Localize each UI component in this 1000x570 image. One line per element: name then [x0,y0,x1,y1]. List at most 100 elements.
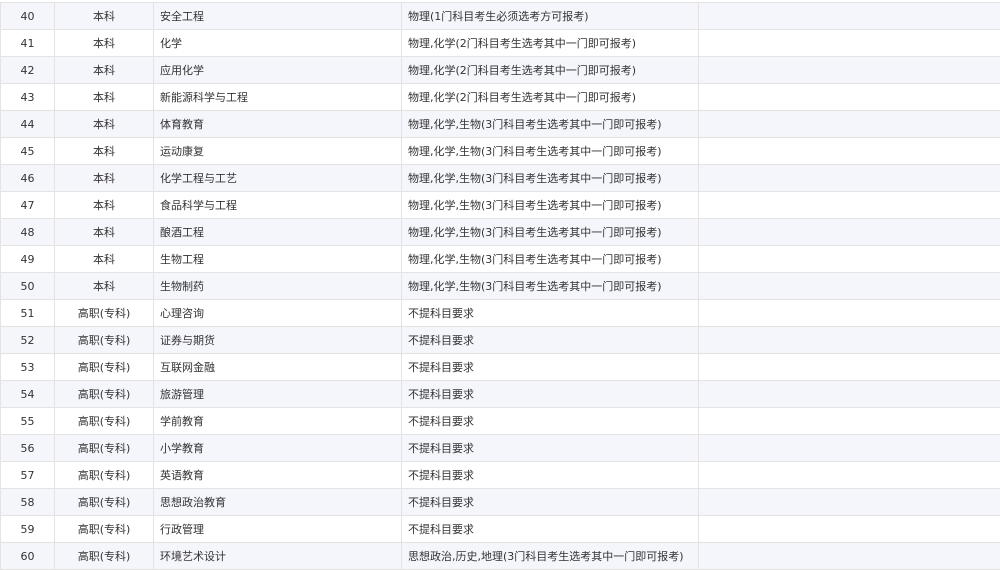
empty-cell [699,381,1000,408]
education-level-cell: 本科 [55,273,154,300]
row-index-cell: 49 [1,246,55,273]
row-index-cell: 50 [1,273,55,300]
empty-cell [699,462,1000,489]
subject-requirement-cell: 不提科目要求 [402,381,699,408]
table-row: 42 本科 应用化学 物理,化学(2门科目考生选考其中一门即可报考) [1,57,1000,84]
subject-requirement-cell: 物理,化学,生物(3门科目考生选考其中一门即可报考) [402,111,699,138]
major-name-cell: 体育教育 [154,111,402,138]
subject-requirement-cell: 物理,化学(2门科目考生选考其中一门即可报考) [402,30,699,57]
education-level-cell: 高职(专科) [55,489,154,516]
row-index-cell: 54 [1,381,55,408]
subject-requirement-cell: 不提科目要求 [402,300,699,327]
education-level-cell: 高职(专科) [55,300,154,327]
subject-requirement-cell: 物理,化学,生物(3门科目考生选考其中一门即可报考) [402,192,699,219]
subject-requirement-cell: 物理,化学,生物(3门科目考生选考其中一门即可报考) [402,273,699,300]
major-name-cell: 英语教育 [154,462,402,489]
education-level-cell: 高职(专科) [55,516,154,543]
subject-requirement-table: 40 本科 安全工程 物理(1门科目考生必须选考方可报考) 41 本科 化学 物… [0,2,1000,570]
table-row: 53 高职(专科) 互联网金融 不提科目要求 [1,354,1000,381]
row-index-cell: 58 [1,489,55,516]
row-index-cell: 48 [1,219,55,246]
empty-cell [699,57,1000,84]
education-level-cell: 高职(专科) [55,354,154,381]
empty-cell [699,192,1000,219]
row-index-cell: 41 [1,30,55,57]
education-level-cell: 本科 [55,138,154,165]
education-level-cell: 本科 [55,246,154,273]
row-index-cell: 47 [1,192,55,219]
table-row: 57 高职(专科) 英语教育 不提科目要求 [1,462,1000,489]
row-index-cell: 42 [1,57,55,84]
education-level-cell: 本科 [55,84,154,111]
row-index-cell: 59 [1,516,55,543]
subject-requirement-table-container: 40 本科 安全工程 物理(1门科目考生必须选考方可报考) 41 本科 化学 物… [0,2,1000,570]
row-index-cell: 57 [1,462,55,489]
major-name-cell: 环境艺术设计 [154,543,402,570]
education-level-cell: 高职(专科) [55,543,154,570]
empty-cell [699,489,1000,516]
table-row: 48 本科 酿酒工程 物理,化学,生物(3门科目考生选考其中一门即可报考) [1,219,1000,246]
major-name-cell: 证券与期货 [154,327,402,354]
row-index-cell: 60 [1,543,55,570]
table-row: 55 高职(专科) 学前教育 不提科目要求 [1,408,1000,435]
empty-cell [699,84,1000,111]
major-name-cell: 互联网金融 [154,354,402,381]
empty-cell [699,300,1000,327]
row-index-cell: 55 [1,408,55,435]
major-name-cell: 食品科学与工程 [154,192,402,219]
table-row: 52 高职(专科) 证券与期货 不提科目要求 [1,327,1000,354]
empty-cell [699,219,1000,246]
row-index-cell: 46 [1,165,55,192]
empty-cell [699,435,1000,462]
empty-cell [699,111,1000,138]
subject-requirement-cell: 不提科目要求 [402,489,699,516]
major-name-cell: 化学 [154,30,402,57]
subject-requirement-cell: 不提科目要求 [402,516,699,543]
major-name-cell: 生物制药 [154,273,402,300]
subject-requirement-cell: 不提科目要求 [402,462,699,489]
major-name-cell: 小学教育 [154,435,402,462]
empty-cell [699,30,1000,57]
subject-requirement-cell: 物理,化学,生物(3门科目考生选考其中一门即可报考) [402,165,699,192]
row-index-cell: 56 [1,435,55,462]
major-name-cell: 应用化学 [154,57,402,84]
major-name-cell: 心理咨询 [154,300,402,327]
table-row: 60 高职(专科) 环境艺术设计 思想政治,历史,地理(3门科目考生选考其中一门… [1,543,1000,570]
empty-cell [699,327,1000,354]
table-row: 46 本科 化学工程与工艺 物理,化学,生物(3门科目考生选考其中一门即可报考) [1,165,1000,192]
row-index-cell: 45 [1,138,55,165]
table-row: 50 本科 生物制药 物理,化学,生物(3门科目考生选考其中一门即可报考) [1,273,1000,300]
education-level-cell: 本科 [55,192,154,219]
table-row: 59 高职(专科) 行政管理 不提科目要求 [1,516,1000,543]
empty-cell [699,165,1000,192]
education-level-cell: 本科 [55,219,154,246]
table-row: 58 高职(专科) 思想政治教育 不提科目要求 [1,489,1000,516]
education-level-cell: 本科 [55,57,154,84]
table-row: 41 本科 化学 物理,化学(2门科目考生选考其中一门即可报考) [1,30,1000,57]
education-level-cell: 本科 [55,111,154,138]
major-name-cell: 安全工程 [154,3,402,30]
major-name-cell: 旅游管理 [154,381,402,408]
empty-cell [699,246,1000,273]
subject-requirement-cell: 物理,化学(2门科目考生选考其中一门即可报考) [402,57,699,84]
subject-requirement-cell: 不提科目要求 [402,435,699,462]
empty-cell [699,543,1000,570]
education-level-cell: 高职(专科) [55,435,154,462]
major-name-cell: 思想政治教育 [154,489,402,516]
table-row: 54 高职(专科) 旅游管理 不提科目要求 [1,381,1000,408]
row-index-cell: 51 [1,300,55,327]
education-level-cell: 本科 [55,165,154,192]
education-level-cell: 本科 [55,30,154,57]
subject-requirement-cell: 物理,化学(2门科目考生选考其中一门即可报考) [402,84,699,111]
table-row: 49 本科 生物工程 物理,化学,生物(3门科目考生选考其中一门即可报考) [1,246,1000,273]
empty-cell [699,354,1000,381]
subject-requirement-cell: 物理(1门科目考生必须选考方可报考) [402,3,699,30]
education-level-cell: 高职(专科) [55,327,154,354]
table-row: 40 本科 安全工程 物理(1门科目考生必须选考方可报考) [1,3,1000,30]
row-index-cell: 44 [1,111,55,138]
major-name-cell: 酿酒工程 [154,219,402,246]
subject-requirement-cell: 物理,化学,生物(3门科目考生选考其中一门即可报考) [402,246,699,273]
empty-cell [699,408,1000,435]
major-name-cell: 生物工程 [154,246,402,273]
table-row: 56 高职(专科) 小学教育 不提科目要求 [1,435,1000,462]
